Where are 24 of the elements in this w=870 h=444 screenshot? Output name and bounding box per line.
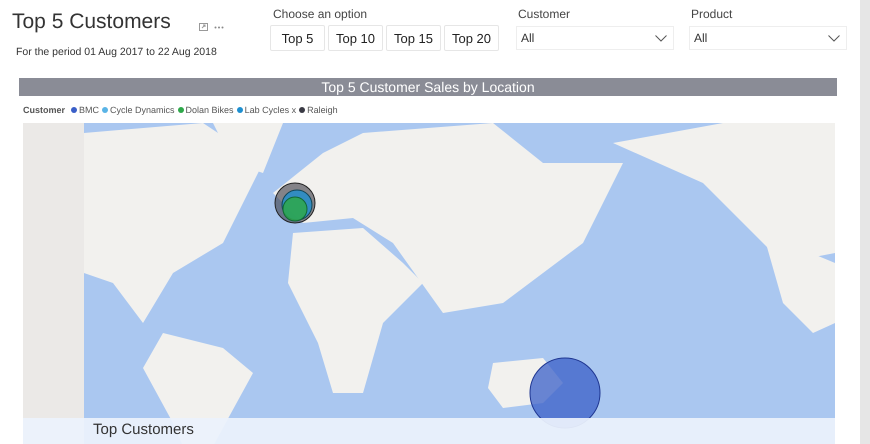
legend-label: Cycle Dynamics <box>110 104 175 114</box>
top-n-button[interactable]: Top 15 <box>386 25 441 51</box>
legend-label: BMC <box>79 104 100 114</box>
more-options-icon[interactable] <box>214 26 224 28</box>
top-n-button[interactable]: Top 10 <box>328 25 383 51</box>
scrollbar-track[interactable] <box>860 0 870 444</box>
filter-label: Product <box>691 7 734 21</box>
legend-label: Dolan Bikes <box>186 104 234 114</box>
chevron-down-icon <box>828 34 840 42</box>
period-subtitle: For the period 01 Aug 2017 to 22 Aug 2018 <box>16 46 218 58</box>
filter-dropdown[interactable]: All <box>516 26 674 50</box>
focus-mode-icon[interactable] <box>198 23 208 31</box>
page-title: Top 5 Customers <box>12 10 171 34</box>
top-n-button[interactable]: Top 5 <box>270 25 325 51</box>
visual-title-bar: Top Customers <box>23 418 835 444</box>
legend-label: Raleigh <box>307 104 338 114</box>
visual-title-bar: Top 5 Customer Sales by Location <box>19 78 837 96</box>
filter-label: Customer <box>518 7 572 21</box>
legend-label: Lab Cycles x <box>244 104 296 114</box>
top-n-button[interactable]: Top 20 <box>444 25 499 51</box>
filter-dropdown[interactable]: All <box>689 26 847 50</box>
option-label: Choose an option <box>273 7 368 21</box>
chevron-down-icon <box>655 34 667 42</box>
legend-title: Customer <box>23 104 66 114</box>
